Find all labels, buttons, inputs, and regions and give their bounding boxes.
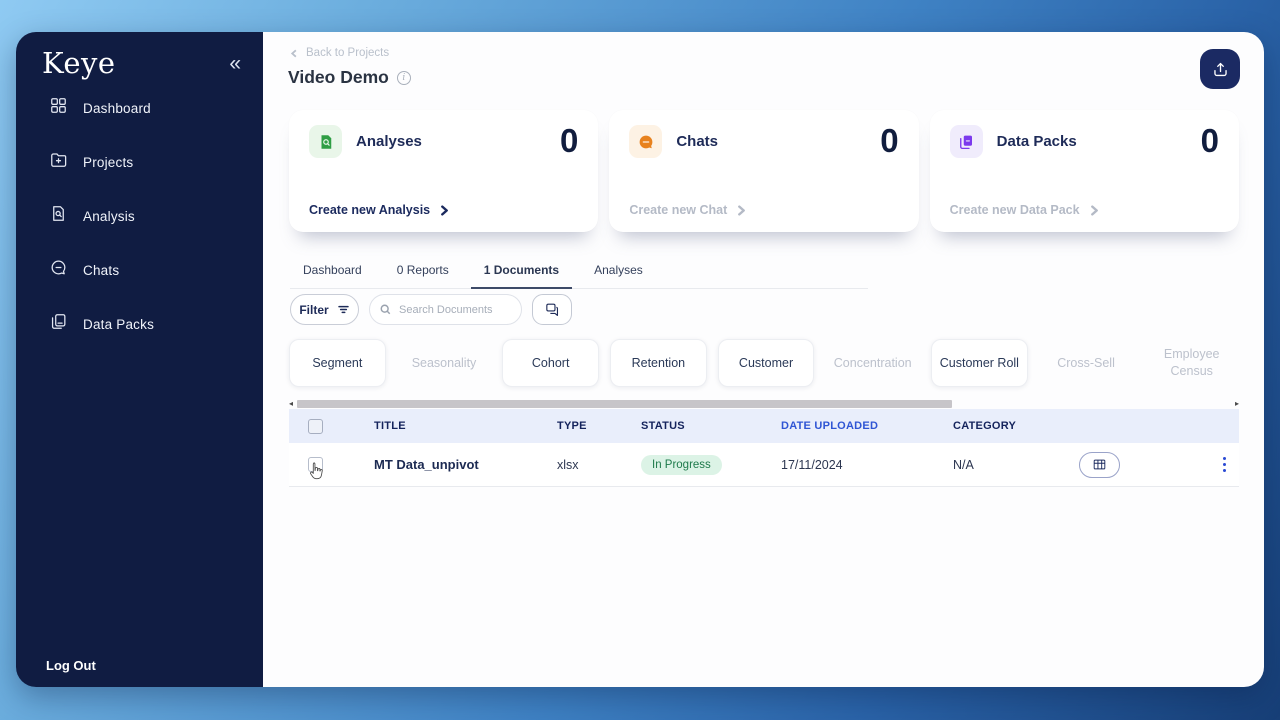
sidebar-nav: Dashboard Projects Analysis Chats Data P… xyxy=(16,81,263,351)
document-type: xlsx xyxy=(557,457,579,472)
scrollbar-thumb[interactable] xyxy=(297,400,952,408)
chip-concentration: Concentration xyxy=(833,355,912,370)
chip-segment[interactable]: Segment xyxy=(289,339,386,387)
chip-employee-census: Employee Census xyxy=(1163,347,1220,378)
cta-label: Create new Chat xyxy=(629,203,728,217)
search-input[interactable] xyxy=(399,303,512,316)
desktop-background: Keye « Dashboard Projects Analysis Chats… xyxy=(0,0,1280,720)
row-checkbox[interactable] xyxy=(308,457,323,472)
create-new-data-pack-link: Create new Data Pack xyxy=(950,203,1100,217)
table-grid-icon xyxy=(1093,459,1106,470)
sidebar-item-label: Analysis xyxy=(83,208,135,224)
app-logo: Keye xyxy=(42,46,116,80)
category-chips: Segment Seasonality Cohort Retention Cus… xyxy=(289,339,1239,387)
folder-plus-icon xyxy=(49,150,68,174)
document-category: N/A xyxy=(953,457,974,472)
cta-label: Create new Data Pack xyxy=(949,203,1080,217)
document-chat-button[interactable] xyxy=(532,294,572,325)
sidebar-item-projects[interactable]: Projects xyxy=(16,135,263,189)
document-search-icon xyxy=(49,204,68,228)
chats-icon xyxy=(629,125,663,158)
search-documents-box xyxy=(369,294,522,325)
documents-table: ◂ ▸ TITLE TYPE STATUS DATE UPLOADED CATE… xyxy=(289,400,1239,487)
filter-label: Filter xyxy=(299,302,329,317)
sidebar-item-label: Dashboard xyxy=(83,100,151,116)
upload-icon xyxy=(1213,62,1227,76)
info-icon[interactable]: i xyxy=(396,70,411,85)
filter-button[interactable]: Filter xyxy=(290,294,359,325)
column-status[interactable]: STATUS xyxy=(641,420,781,432)
tab-documents[interactable]: 1 Documents xyxy=(470,254,573,289)
summary-cards: Analyses 0 Create new Analysis Chats 0 C… xyxy=(289,110,1239,232)
sidebar-item-label: Projects xyxy=(83,154,134,170)
sidebar-item-chats[interactable]: Chats xyxy=(16,243,263,297)
create-new-chat-link: Create new Chat xyxy=(629,203,747,217)
card-title: Analyses xyxy=(356,133,422,150)
chevron-right-icon xyxy=(1090,204,1098,216)
scroll-left-arrow-icon[interactable]: ◂ xyxy=(289,400,297,408)
sidebar-item-dashboard[interactable]: Dashboard xyxy=(16,81,263,135)
chip-cohort[interactable]: Cohort xyxy=(502,339,600,387)
main-content: Back to Projects Video Demo i Analyses 0… xyxy=(263,32,1264,687)
column-title[interactable]: TITLE xyxy=(374,420,557,432)
page-title: Video Demo xyxy=(288,67,389,87)
search-icon xyxy=(380,304,391,315)
row-menu-button[interactable] xyxy=(1219,453,1231,477)
chats-count: 0 xyxy=(880,122,899,159)
view-table-button[interactable] xyxy=(1079,451,1120,478)
section-tabs: Dashboard 0 Reports 1 Documents Analyses xyxy=(290,254,868,289)
create-new-analysis-link[interactable]: Create new Analysis xyxy=(309,203,450,217)
documents-toolbar: Filter xyxy=(290,294,572,325)
analyses-icon xyxy=(309,125,342,158)
sidebar-item-label: Data Packs xyxy=(83,316,155,332)
chip-retention[interactable]: Retention xyxy=(610,339,707,387)
column-date-uploaded[interactable]: DATE UPLOADED xyxy=(781,420,953,432)
column-category[interactable]: CATEGORY xyxy=(953,420,1079,432)
chevron-left-icon xyxy=(290,49,297,57)
chat-bubble-icon xyxy=(49,258,68,282)
chip-seasonality: Seasonality xyxy=(411,355,477,370)
sidebar-item-data-packs[interactable]: Data Packs xyxy=(16,297,263,351)
table-row: MT Data_unpivot xlsx In Progress 17/11/2… xyxy=(289,443,1239,487)
data-packs-count: 0 xyxy=(1200,122,1219,159)
document-date: 17/11/2024 xyxy=(781,457,843,472)
document-title[interactable]: MT Data_unpivot xyxy=(374,457,479,472)
chip-cross-sell: Cross-Sell xyxy=(1057,355,1115,370)
tab-dashboard[interactable]: Dashboard xyxy=(290,254,375,288)
cta-label: Create new Analysis xyxy=(309,203,431,217)
app-window: Keye « Dashboard Projects Analysis Chats… xyxy=(16,32,1264,687)
filter-lines-icon xyxy=(337,305,349,314)
horizontal-scrollbar: ◂ ▸ xyxy=(289,400,1239,409)
sidebar: Keye « Dashboard Projects Analysis Chats… xyxy=(16,32,263,687)
data-packs-icon xyxy=(949,125,983,158)
data-packs-card: Data Packs 0 Create new Data Pack xyxy=(929,110,1239,232)
analyses-count: 0 xyxy=(559,122,579,159)
card-title: Chats xyxy=(676,133,719,150)
back-to-projects-link[interactable]: Back to Projects xyxy=(290,47,389,59)
tab-analyses[interactable]: Analyses xyxy=(581,254,656,288)
sidebar-item-label: Chats xyxy=(83,262,120,278)
logout-button[interactable]: Log Out xyxy=(46,658,96,673)
status-badge: In Progress xyxy=(641,454,722,475)
card-title: Data Packs xyxy=(996,133,1077,150)
chip-customer[interactable]: Customer xyxy=(717,339,815,387)
forum-chats-icon xyxy=(545,303,558,316)
upload-button[interactable] xyxy=(1200,49,1240,89)
tab-reports[interactable]: 0 Reports xyxy=(384,254,462,288)
analyses-card: Analyses 0 Create new Analysis xyxy=(289,110,599,232)
chevron-right-icon xyxy=(738,204,746,216)
back-link-label: Back to Projects xyxy=(306,47,390,59)
sidebar-item-analysis[interactable]: Analysis xyxy=(16,189,263,243)
scroll-right-arrow-icon[interactable]: ▸ xyxy=(1231,400,1239,408)
sidebar-collapse-icon[interactable]: « xyxy=(225,51,245,76)
table-header: TITLE TYPE STATUS DATE UPLOADED CATEGORY xyxy=(289,409,1239,443)
column-type[interactable]: TYPE xyxy=(557,420,641,432)
chip-customer-roll[interactable]: Customer Roll xyxy=(931,339,1028,387)
chevron-right-icon xyxy=(441,204,449,216)
copy-documents-icon xyxy=(49,312,68,336)
chats-card: Chats 0 Create new Chat xyxy=(609,110,919,232)
select-all-checkbox[interactable] xyxy=(308,418,323,434)
dashboard-grid-icon xyxy=(49,96,68,120)
